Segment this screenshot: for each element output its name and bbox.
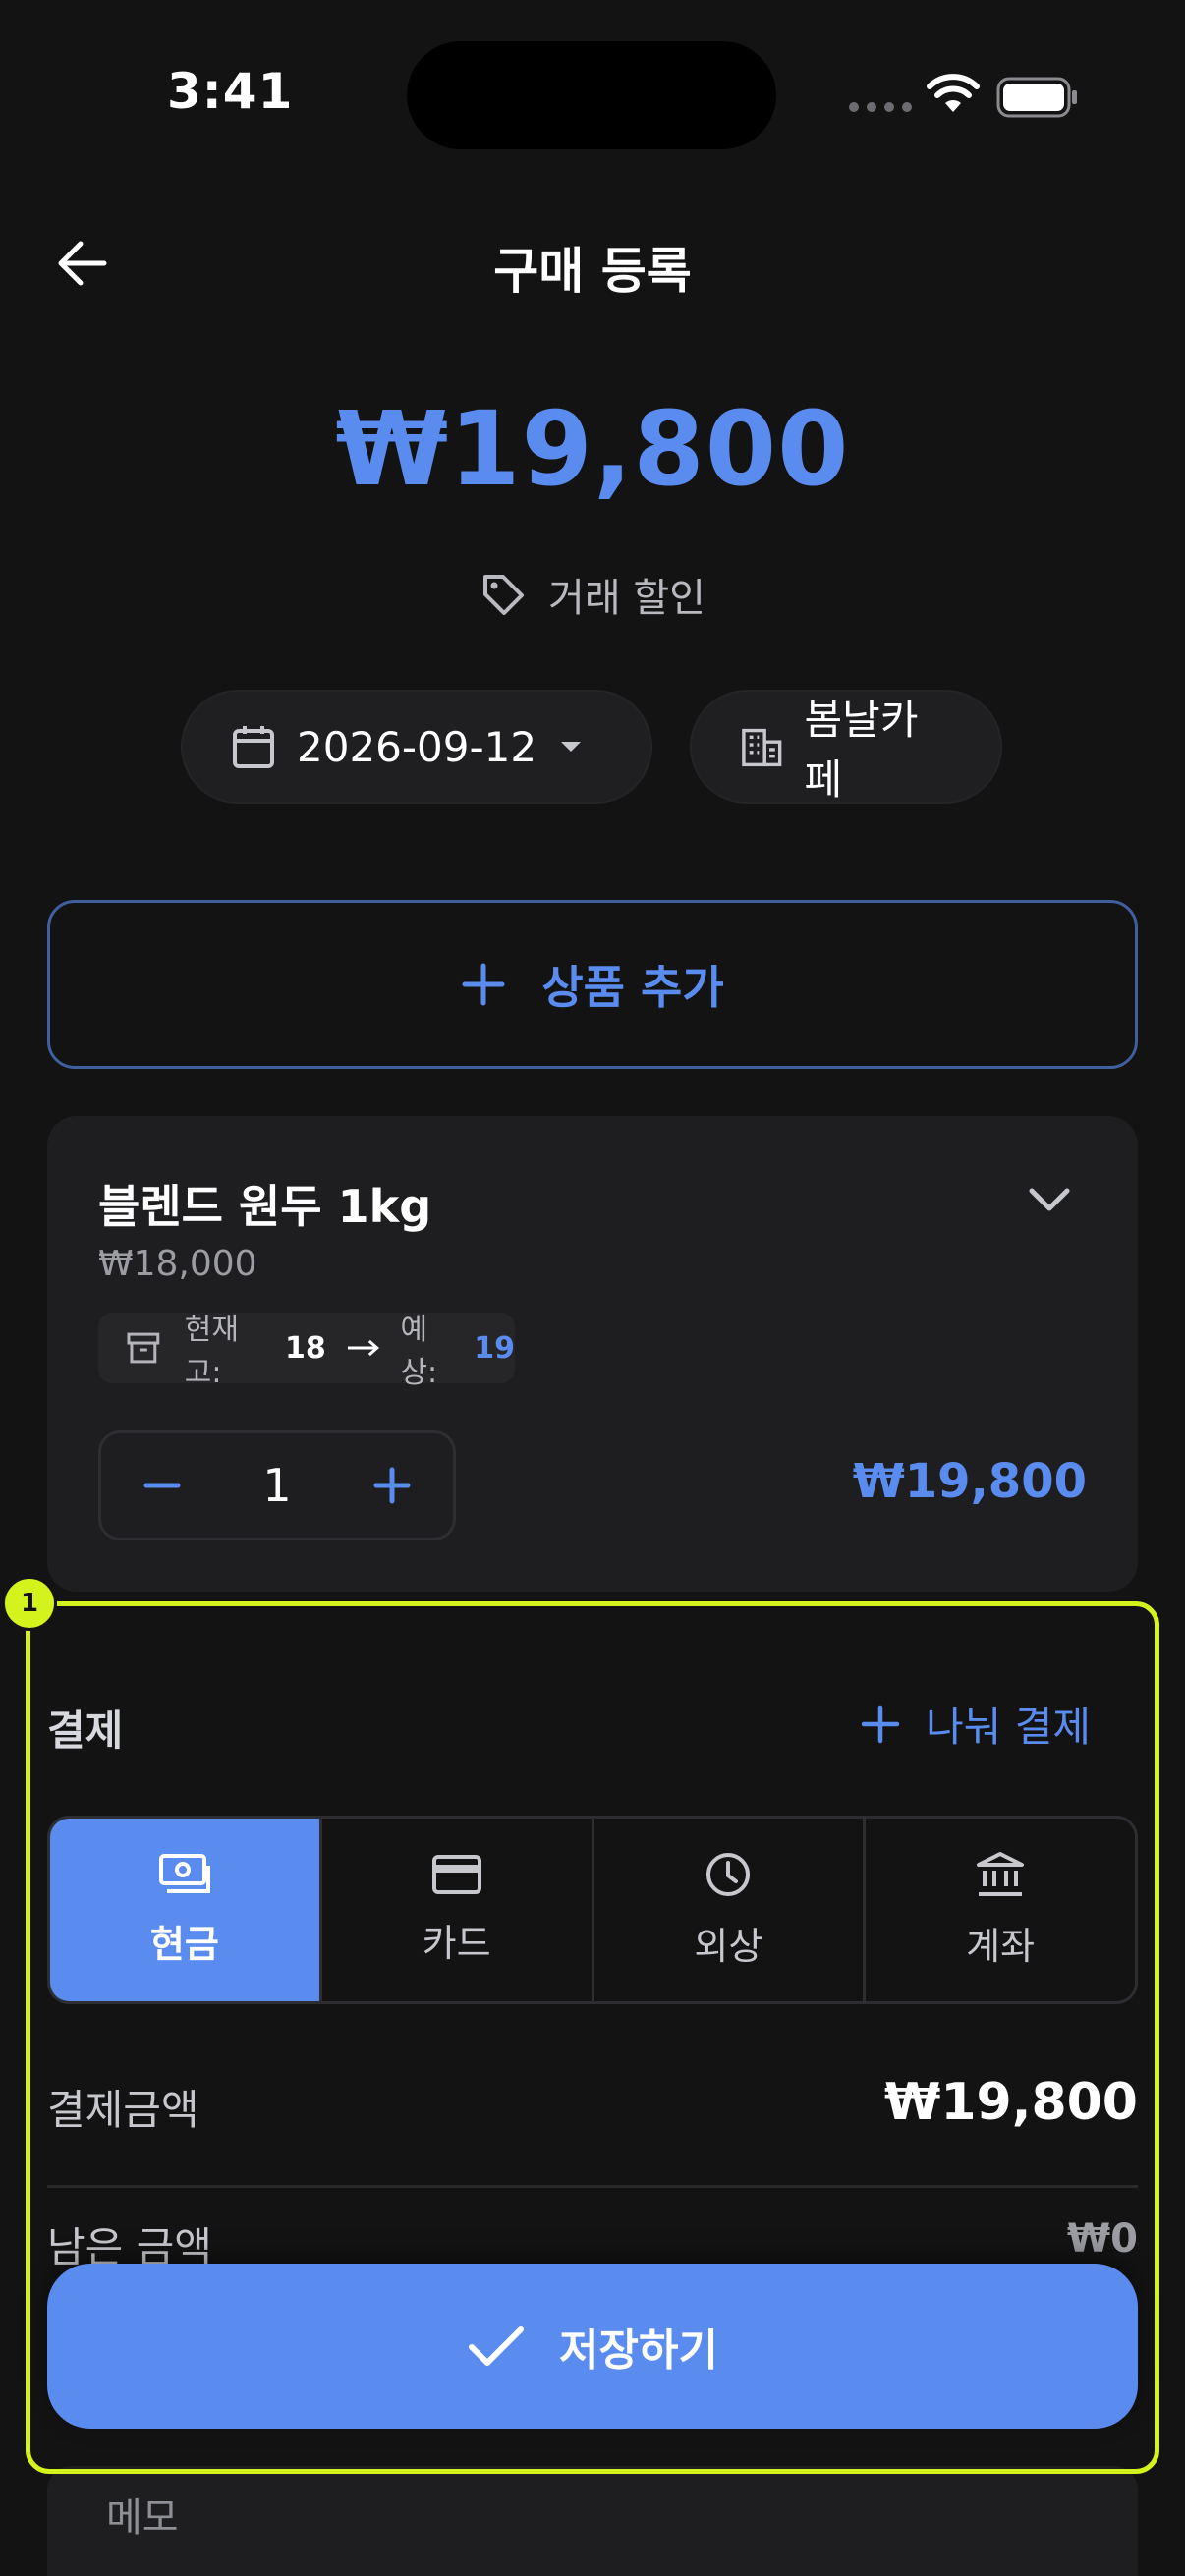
archive-icon: [127, 1332, 160, 1364]
highlight-box: [26, 1601, 1159, 2474]
quantity-value[interactable]: 1: [262, 1459, 291, 1512]
quantity-stepper: 1: [98, 1430, 456, 1540]
stock-expected: 19: [474, 1330, 516, 1366]
stock-expected-label: 예상:: [400, 1313, 438, 1390]
add-product-label: 상품 추가: [541, 961, 724, 1014]
arrow-right-icon: [347, 1339, 379, 1357]
plus-icon: [462, 963, 505, 1006]
stock-info: 현재고: 18 예상: 19: [98, 1313, 516, 1390]
building-icon: [742, 728, 782, 767]
tag-icon: [483, 575, 525, 615]
chevron-down-icon[interactable]: [1028, 1187, 1071, 1214]
plus-icon[interactable]: [372, 1466, 412, 1505]
calendar-icon: [233, 726, 274, 768]
annotation-marker: 1: [2, 1576, 57, 1631]
stock-current: 18: [284, 1330, 326, 1366]
product-unit-price: ₩18,000: [98, 1244, 257, 1284]
memo-field[interactable]: [47, 2466, 1138, 2576]
discount-button[interactable]: 거래 할인: [0, 566, 1185, 623]
discount-label: 거래 할인: [548, 576, 705, 621]
caret-down-icon: [561, 742, 582, 752]
date-value: 2026-09-12: [297, 722, 537, 771]
stock-current-label: 현재고:: [184, 1313, 239, 1390]
line-total: ₩19,800: [852, 1454, 1087, 1509]
minus-icon[interactable]: [142, 1466, 182, 1505]
status-time: 3:41: [167, 63, 294, 120]
store-chip[interactable]: 봄날카페: [690, 690, 1002, 804]
cellular-signal-icon: [849, 102, 912, 112]
product-name: 블렌드 원두 1kg: [98, 1180, 432, 1233]
date-chip[interactable]: 2026-09-12: [181, 690, 652, 804]
page-title: 구매 등록: [493, 243, 692, 300]
store-name: 봄날카페: [804, 696, 919, 804]
dynamic-island: [407, 41, 776, 149]
wifi-icon: [927, 74, 980, 112]
battery-icon: [996, 77, 1077, 118]
memo-placeholder: 메모: [106, 2495, 179, 2541]
add-product-button[interactable]: 상품 추가: [47, 900, 1138, 1069]
total-amount: ₩19,800: [335, 389, 850, 509]
